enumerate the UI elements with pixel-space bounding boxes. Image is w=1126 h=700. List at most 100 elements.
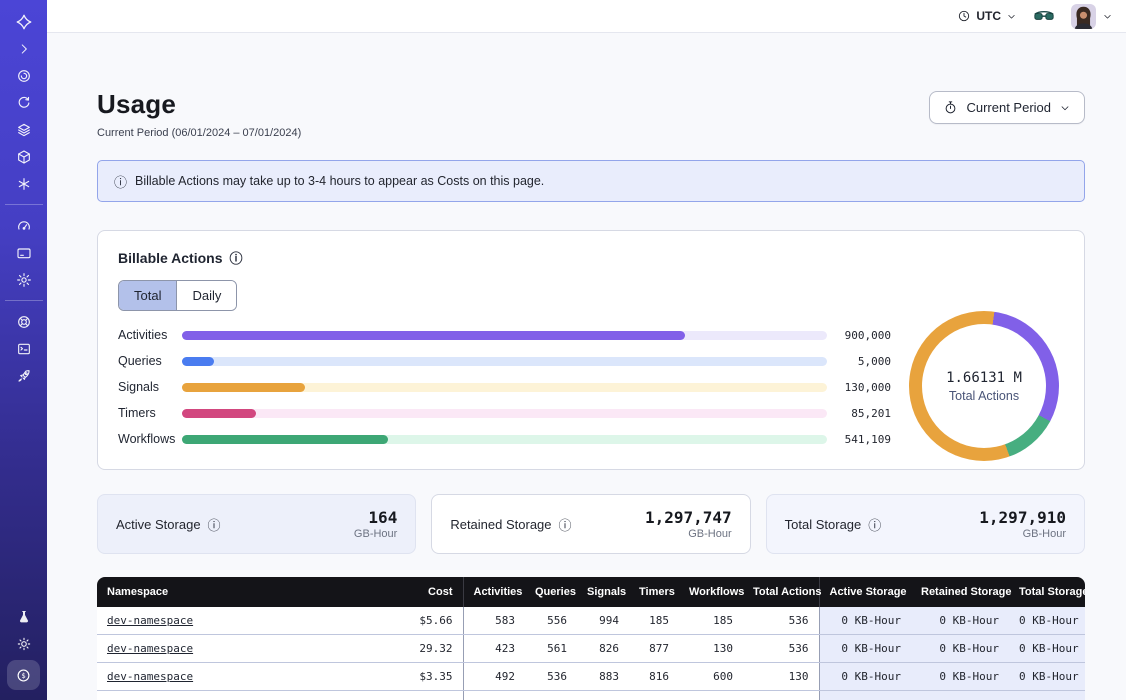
temporal-logo-icon[interactable] <box>0 8 47 35</box>
support-lifebuoy-icon[interactable] <box>0 308 47 335</box>
storage-card-unit: GB-Hour <box>979 528 1066 540</box>
dollar-coin-icon: $ <box>15 667 32 684</box>
table-cell <box>397 691 463 700</box>
column-header-activities: Activities <box>463 577 525 607</box>
info-icon[interactable]: ⓘ <box>208 515 221 534</box>
column-header-workflows: Workflows <box>679 577 743 607</box>
namespace-link[interactable]: dev-namespace <box>107 642 193 655</box>
table-cell: 536 <box>743 635 819 663</box>
billable-bars-chart: Activities900,000 Queries5,000 Signals 130,… <box>118 330 891 444</box>
namespace-cell: dev-namespace <box>97 607 397 635</box>
namespace-link[interactable]: dev-namespace <box>107 670 193 683</box>
column-header-signals: Signals <box>577 577 629 607</box>
table-cell: 561 <box>525 635 577 663</box>
table-cell: $3.35 <box>397 663 463 691</box>
bar-category-label: Activities <box>118 328 182 342</box>
bar-fill <box>182 357 214 366</box>
bar-value: 130,000 <box>836 381 891 394</box>
bar-category-label: Workflows <box>118 432 182 446</box>
table-cell <box>1009 691 1085 700</box>
table-row: dev-namespace29.324235618268771305360 KB… <box>97 635 1085 663</box>
timezone-selector[interactable]: UTC <box>957 9 1017 23</box>
table-cell: $5.66 <box>397 607 463 635</box>
user-menu[interactable] <box>1071 4 1113 29</box>
info-banner: ⓘ Billable Actions may take up to 3-4 ho… <box>97 160 1085 202</box>
table-cell: 0 KB-Hour <box>819 663 911 691</box>
table-cell <box>525 691 577 700</box>
main-content: Usage Current Period (06/01/2024 – 07/01… <box>47 33 1126 700</box>
namespace-cell: dev-namespace <box>97 663 397 691</box>
bar-fill <box>182 331 685 340</box>
table-cell: 0 KB-Hour <box>819 607 911 635</box>
tab-total[interactable]: Total <box>119 281 176 310</box>
table-cell <box>911 691 1009 700</box>
table-cell <box>819 691 911 700</box>
rocket-icon[interactable] <box>0 362 47 389</box>
tab-daily[interactable]: Daily <box>176 281 236 310</box>
sidebar-divider <box>5 300 43 301</box>
nexus-asterisk-icon[interactable] <box>0 170 47 197</box>
table-cell: 536 <box>525 663 577 691</box>
table-cell: 0 KB-Hour <box>911 607 1009 635</box>
docs-terminal-icon[interactable] <box>0 335 47 362</box>
bar-row-activities: Activities900,000 <box>118 330 891 340</box>
dev-glasses-icon[interactable] <box>1033 9 1055 23</box>
sidebar-divider <box>5 204 43 205</box>
usage-gauge-icon[interactable] <box>0 212 47 239</box>
table-cell: 877 <box>629 635 679 663</box>
sidebar-expand-icon[interactable] <box>0 35 47 62</box>
bar-row-signals: Signals 130,000 <box>118 382 891 392</box>
namespaces-icon[interactable] <box>0 62 47 89</box>
bar-category-label: Signals <box>118 380 182 394</box>
deployments-cube-icon[interactable] <box>0 143 47 170</box>
table-cell: 0 KB-Hour <box>1009 607 1085 635</box>
table-cell <box>463 691 525 700</box>
column-header-timers: Timers <box>629 577 679 607</box>
bar-fill <box>182 435 388 444</box>
billing-card-icon[interactable] <box>0 239 47 266</box>
table-cell: 883 <box>577 663 629 691</box>
table-cell: 536 <box>743 607 819 635</box>
chevron-down-icon <box>1059 102 1071 114</box>
banner-text: Billable Actions may take up to 3-4 hour… <box>135 174 544 188</box>
table-cell <box>629 691 679 700</box>
labs-flask-icon[interactable] <box>0 603 47 630</box>
page-title: Usage <box>97 89 301 120</box>
bar-fill <box>182 383 305 392</box>
bar-row-queries: Queries5,000 <box>118 356 891 366</box>
table-cell: 0 KB-Hour <box>1009 635 1085 663</box>
theme-sun-icon[interactable] <box>0 630 47 657</box>
namespace-link[interactable]: dev-namespace <box>107 614 193 627</box>
bar-track <box>182 331 827 340</box>
table-row: dev-namespace <box>97 691 1085 700</box>
layers-icon[interactable] <box>0 116 47 143</box>
table-cell: 0 KB-Hour <box>911 663 1009 691</box>
total-actions-value: 1.66131 M <box>946 370 1022 386</box>
storage-card-label: Total Storage <box>785 517 862 532</box>
billable-actions-card: Billable Actions ⓘ Total Daily Activitie… <box>97 230 1085 470</box>
period-selector-button[interactable]: Current Period <box>929 91 1085 124</box>
timezone-label: UTC <box>976 9 1001 23</box>
storage-card-unit: GB-Hour <box>645 528 732 540</box>
period-button-label: Current Period <box>966 100 1051 115</box>
stopwatch-icon <box>943 100 958 115</box>
info-icon[interactable]: ⓘ <box>559 515 572 534</box>
bar-track <box>182 383 827 392</box>
current-period-subtitle: Current Period (06/01/2024 – 07/01/2024) <box>97 127 301 139</box>
info-icon[interactable]: ⓘ <box>868 515 881 534</box>
table-cell: 423 <box>463 635 525 663</box>
info-icon[interactable]: ⓘ <box>230 248 243 267</box>
storage-card-value: 1,297,747 <box>645 508 732 527</box>
table-cell: 0 KB-Hour <box>911 635 1009 663</box>
bar-value: 85,201 <box>836 407 891 420</box>
bar-category-label: Timers <box>118 406 182 420</box>
info-icon: ⓘ <box>114 172 127 191</box>
usage-currency-button[interactable]: $ <box>7 660 40 690</box>
history-icon[interactable] <box>0 89 47 116</box>
storage-card-value: 164 <box>354 508 397 527</box>
table-cell: 130 <box>679 635 743 663</box>
bar-value: 541,109 <box>836 433 891 446</box>
billable-view-tabs: Total Daily <box>118 280 237 311</box>
bar-fill <box>182 409 256 418</box>
settings-gear-icon[interactable] <box>0 266 47 293</box>
